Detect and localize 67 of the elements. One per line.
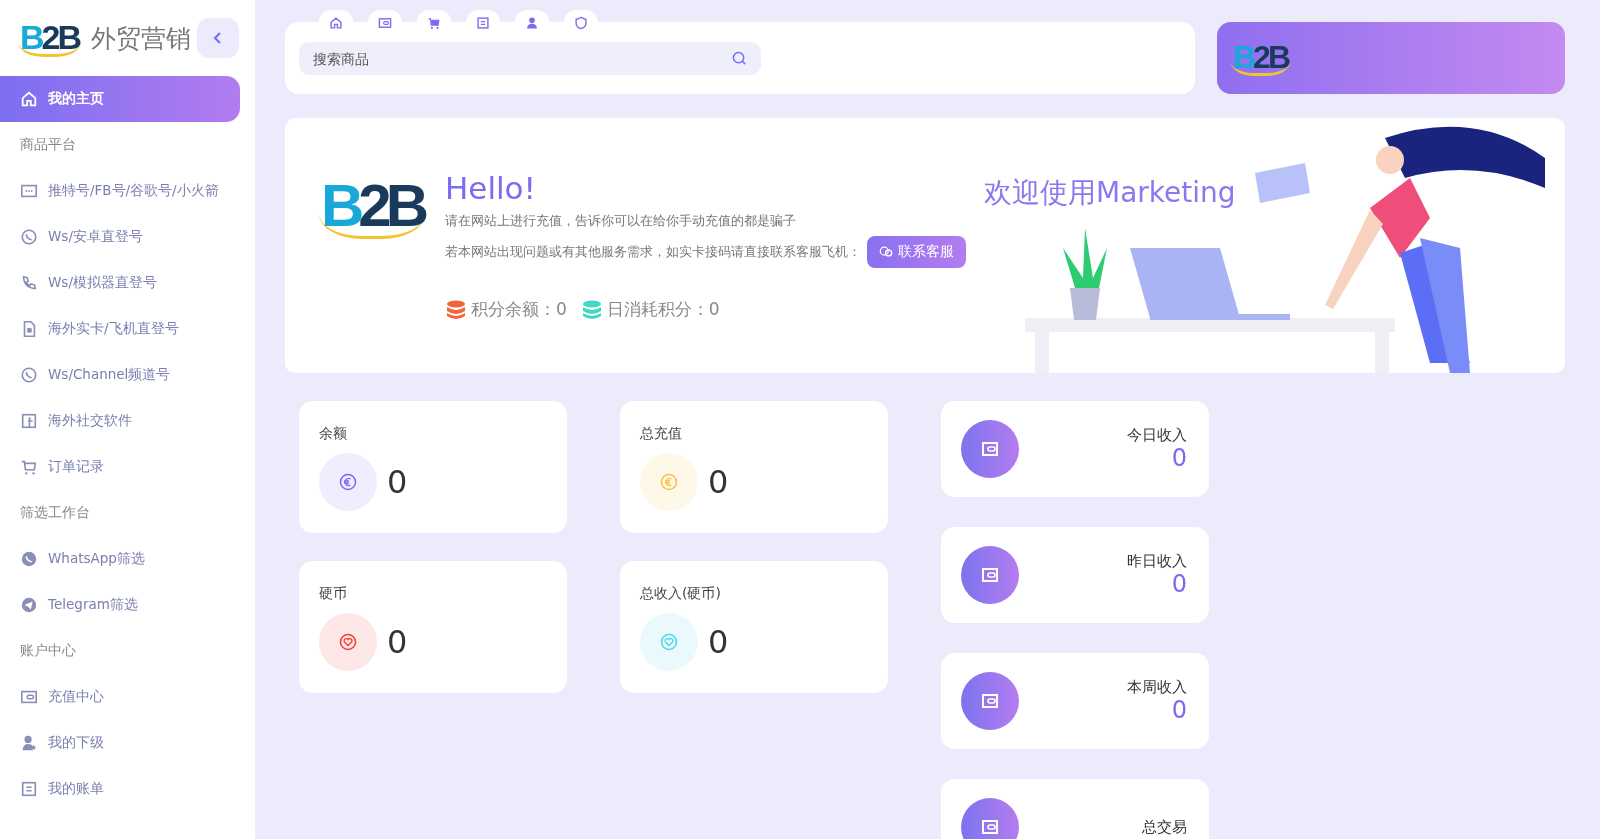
- sidebar-item[interactable]: WhatsApp筛选: [0, 536, 240, 582]
- cart-icon: [427, 16, 441, 30]
- notice-text: 请在网站上进行充值，告诉你可以在给你手动充值的都是骗子: [445, 212, 797, 230]
- sidebar-item[interactable]: Ws/模拟器直登号: [0, 260, 240, 306]
- stat-label: 总收入(硬币): [640, 585, 721, 601]
- contact-button[interactable]: 联系客服: [867, 236, 966, 268]
- sidebar-item[interactable]: Ws/Channel频道号: [0, 352, 240, 398]
- points-text: 积分余额：0: [471, 298, 567, 321]
- income-label: 昨日收入: [1127, 552, 1187, 572]
- stat-label: 余额: [319, 425, 347, 441]
- logo: B2B: [1231, 40, 1290, 76]
- nav-icon: [20, 550, 38, 568]
- points-text: 日消耗积分：0: [606, 298, 720, 321]
- nav-icon: [20, 412, 38, 430]
- nav-icon: [20, 780, 38, 798]
- stat-value: 0: [387, 623, 408, 661]
- wallet-icon: [980, 565, 1000, 585]
- nav-section-heading: 筛选工作台: [19, 503, 91, 522]
- search-field[interactable]: 搜索商品: [299, 42, 761, 75]
- sidebar-item[interactable]: 海外实卡/飞机直登号: [0, 306, 240, 352]
- nav-icon: [20, 182, 38, 200]
- nav-icon: [20, 228, 38, 246]
- chat-icon: [879, 245, 893, 259]
- nav-icon: [20, 274, 38, 292]
- nav-icon: [20, 458, 38, 476]
- sidebar-item[interactable]: 海外社交软件: [0, 398, 240, 444]
- income-value: 0: [1171, 571, 1187, 598]
- search-icon: [732, 51, 747, 66]
- nav-section-heading: 商品平台: [19, 135, 77, 154]
- stat-value: 0: [708, 463, 729, 501]
- income-value: 0: [1171, 445, 1187, 472]
- income-label: 总交易: [1142, 817, 1187, 837]
- nav-icon: [20, 90, 38, 108]
- home-icon: [329, 16, 343, 30]
- app-title: 外贸营销: [91, 22, 193, 55]
- welcome-title: 欢迎使用Marketing: [984, 175, 1236, 210]
- stat-label: 总充值: [640, 425, 682, 441]
- nav-section-heading: 账户中心: [19, 641, 77, 660]
- sidebar-item[interactable]: 我的下级: [0, 720, 240, 766]
- sidebar-item[interactable]: Telegram筛选: [0, 582, 240, 628]
- logo: B2B: [319, 175, 426, 239]
- stat-value: 0: [708, 623, 729, 661]
- nav-icon: [20, 366, 38, 384]
- income-label: 本周收入: [1127, 678, 1187, 698]
- income-value: 0: [1171, 697, 1187, 724]
- shield-icon: [574, 16, 588, 30]
- sidebar-item[interactable]: 我的主页: [0, 76, 240, 122]
- sidebar-item[interactable]: 订单记录: [0, 444, 240, 490]
- user-icon: [525, 16, 539, 30]
- list-icon: [476, 16, 490, 30]
- nav-icon: [20, 734, 38, 752]
- sidebar-item[interactable]: 充值中心: [0, 674, 240, 720]
- nav-icon: [20, 688, 38, 706]
- wallet-icon: [980, 817, 1000, 837]
- logo: B2B: [18, 19, 82, 57]
- sidebar-item[interactable]: 推特号/FB号/谷歌号/小火箭: [0, 168, 240, 214]
- wallet-icon: [378, 16, 392, 30]
- greeting-title: Hello!: [445, 170, 537, 206]
- sidebar-item[interactable]: 我的账单: [0, 766, 240, 812]
- income-label: 今日收入: [1127, 426, 1187, 446]
- stat-value: 0: [387, 463, 408, 501]
- stat-label: 硬币: [319, 585, 347, 601]
- sidebar-item[interactable]: Ws/安卓直登号: [0, 214, 240, 260]
- wallet-icon: [980, 439, 1000, 459]
- wallet-icon: [980, 691, 1000, 711]
- notice-text: 若本网站出现问题或有其他服务需求，如实卡接码请直接联系客服飞机：: [445, 243, 861, 261]
- nav-icon: [20, 596, 38, 614]
